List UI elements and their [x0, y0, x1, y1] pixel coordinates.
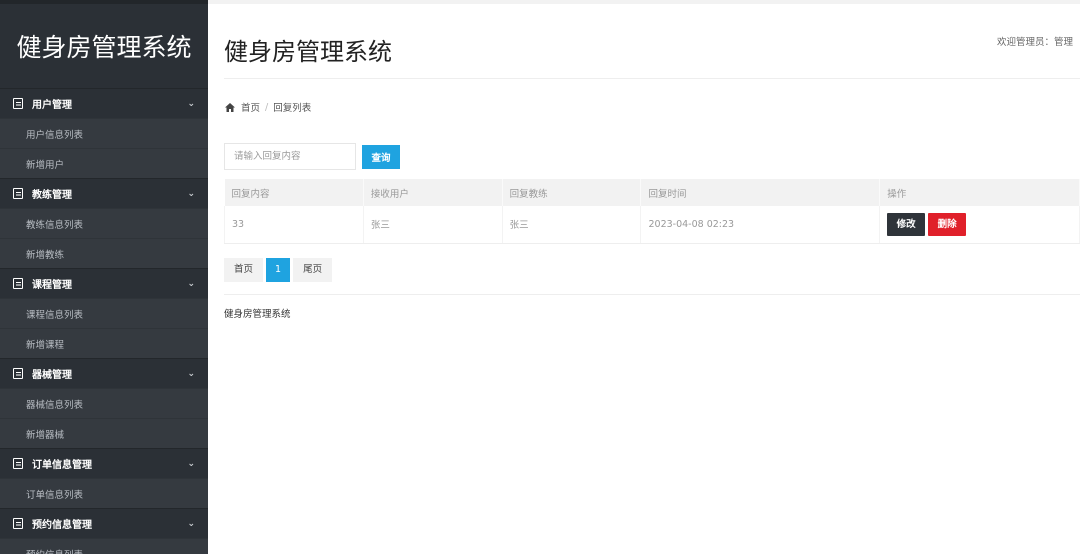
search-button[interactable]: 查询 — [362, 145, 400, 169]
welcome-text: 欢迎管理员：管理 — [996, 37, 1073, 48]
document-icon — [13, 368, 23, 379]
cell-actions: 修改 删除 — [879, 206, 1080, 244]
document-icon — [13, 278, 23, 289]
menu-group-equipment[interactable]: 器械管理 ⌄ — [0, 358, 208, 388]
breadcrumb: 首页 / 回复列表 — [225, 100, 311, 114]
chevron-down-icon: ⌄ — [187, 278, 195, 289]
menu-item-add-course[interactable]: 新增课程 — [0, 328, 208, 358]
table-row: 33 张三 张三 2023-04-08 02:23 修改 删除 — [224, 206, 1080, 244]
chevron-down-icon: ⌄ — [187, 368, 195, 379]
breadcrumb-current: 回复列表 — [273, 103, 312, 114]
menu-item-add-coach[interactable]: 新增教练 — [0, 238, 208, 268]
menu-item-user-list[interactable]: 用户信息列表 — [0, 118, 208, 148]
column-header: 回复内容 — [224, 179, 364, 206]
home-icon — [225, 102, 235, 112]
delete-button[interactable]: 删除 — [928, 212, 967, 236]
column-header: 回复时间 — [640, 179, 881, 206]
document-icon — [13, 458, 23, 469]
search-input[interactable] — [224, 143, 356, 170]
menu-group-course[interactable]: 课程管理 ⌄ — [0, 268, 208, 298]
menu-group-label: 课程管理 — [32, 280, 72, 291]
footer-text: 健身房管理系统 — [224, 309, 291, 320]
chevron-down-icon: ⌄ — [187, 98, 195, 109]
menu-group-label: 教练管理 — [32, 190, 72, 201]
pager-first[interactable]: 首页 — [224, 258, 264, 282]
column-header: 接收用户 — [363, 179, 503, 206]
document-icon — [13, 98, 23, 109]
menu-group-label: 订单信息管理 — [32, 460, 92, 471]
cell-coach: 张三 — [502, 206, 642, 244]
divider — [224, 78, 1080, 79]
menu-group-label: 用户管理 — [32, 100, 72, 111]
pager-page-current[interactable]: 1 — [266, 258, 291, 282]
pager-last[interactable]: 尾页 — [293, 258, 333, 282]
cell-user: 张三 — [363, 206, 503, 244]
sidebar: 健身房管理系统 用户管理 ⌄ 用户信息列表 新增用户 教练管理 ⌄ 教练信息列表… — [0, 0, 208, 554]
edit-button[interactable]: 修改 — [887, 212, 926, 236]
pagination: 首页 1 尾页 — [224, 258, 335, 282]
menu-group-user[interactable]: 用户管理 ⌄ — [0, 88, 208, 118]
cell-time: 2023-04-08 02:23 — [640, 206, 881, 244]
document-icon — [13, 518, 23, 529]
column-header: 操作 — [879, 179, 1080, 206]
reply-table: 回复内容 接收用户 回复教练 回复时间 操作 33 张三 张三 2023-04-… — [224, 179, 1080, 244]
main-content: 健身房管理系统 欢迎管理员：管理 首页 / 回复列表 查询 回复内容 接收用户 … — [208, 0, 1080, 554]
page-title: 健身房管理系统 — [224, 38, 392, 66]
menu-item-equipment-list[interactable]: 器械信息列表 — [0, 388, 208, 418]
chevron-down-icon: ⌄ — [187, 518, 195, 529]
chevron-down-icon: ⌄ — [187, 188, 195, 199]
menu-group-coach[interactable]: 教练管理 ⌄ — [0, 178, 208, 208]
column-header: 回复教练 — [502, 179, 642, 206]
document-icon — [13, 188, 23, 199]
table-header-row: 回复内容 接收用户 回复教练 回复时间 操作 — [224, 179, 1080, 206]
menu-item-course-list[interactable]: 课程信息列表 — [0, 298, 208, 328]
menu-group-label: 器械管理 — [32, 370, 72, 381]
menu-group-order[interactable]: 订单信息管理 ⌄ — [0, 448, 208, 478]
chevron-down-icon: ⌄ — [187, 458, 195, 469]
menu-group-booking[interactable]: 预约信息管理 ⌄ — [0, 508, 208, 538]
cell-content: 33 — [224, 206, 364, 244]
divider — [224, 294, 1080, 295]
breadcrumb-home[interactable]: 首页 — [241, 100, 260, 114]
menu-item-booking-list[interactable]: 预约信息列表 — [0, 538, 208, 554]
menu-item-coach-list[interactable]: 教练信息列表 — [0, 208, 208, 238]
menu-item-add-equipment[interactable]: 新增器械 — [0, 418, 208, 448]
breadcrumb-separator: / — [265, 101, 269, 113]
sidebar-brand: 健身房管理系统 — [0, 0, 208, 88]
menu-group-label: 预约信息管理 — [32, 520, 92, 531]
menu-item-add-user[interactable]: 新增用户 — [0, 148, 208, 178]
menu-item-order-list[interactable]: 订单信息列表 — [0, 478, 208, 508]
